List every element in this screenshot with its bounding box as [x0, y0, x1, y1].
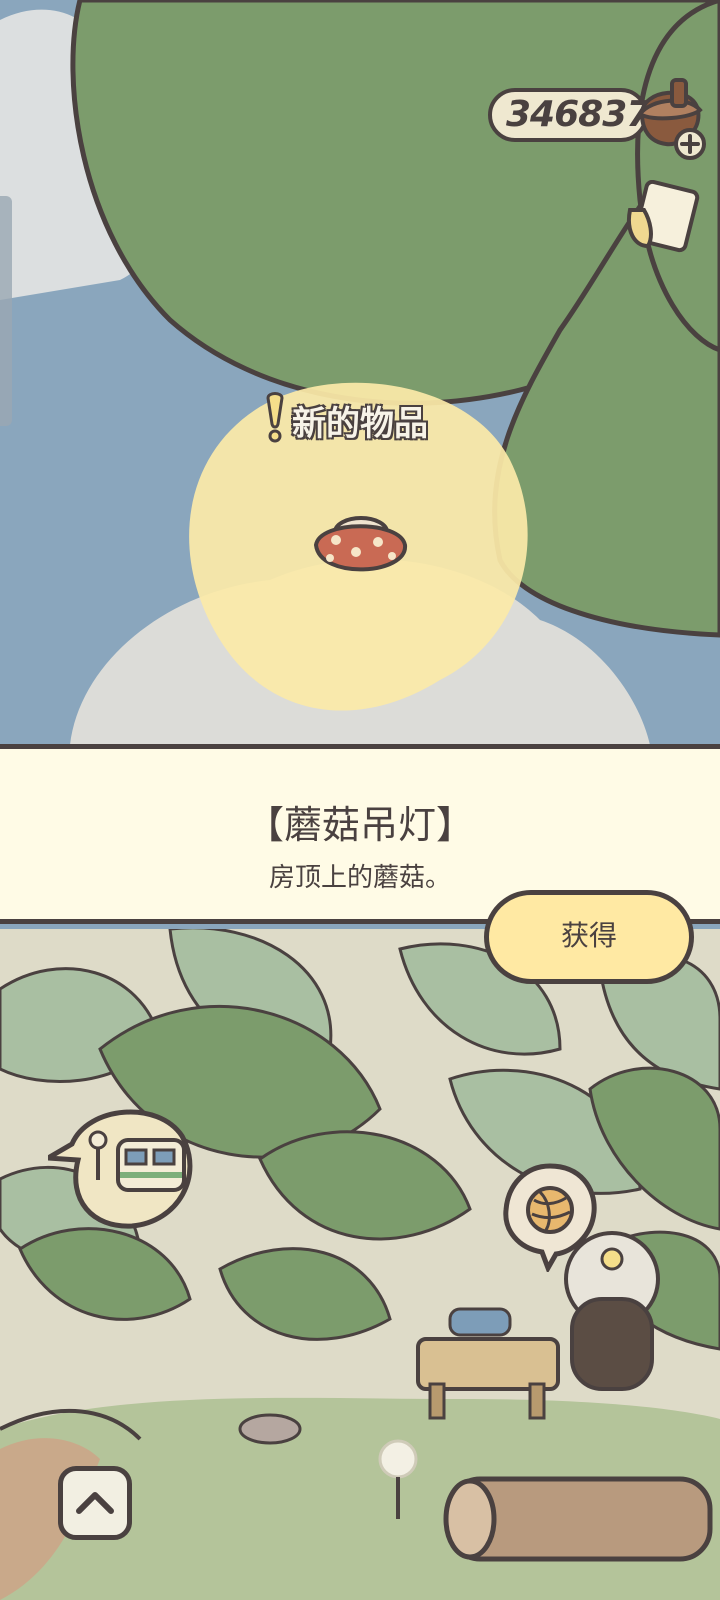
plus-icon[interactable]	[674, 128, 706, 160]
train-station-icon[interactable]	[48, 1100, 198, 1230]
side-scroll-handle[interactable]	[0, 196, 12, 426]
alert-icon	[266, 392, 284, 443]
chevron-up-icon	[76, 1492, 114, 1514]
collapse-up-button[interactable]	[58, 1466, 132, 1540]
acorn-icon[interactable]	[632, 74, 712, 164]
acorn-counter: 346837	[488, 88, 651, 142]
yarn-ball-icon[interactable]	[500, 1162, 600, 1272]
acorn-count: 346837	[506, 94, 651, 135]
get-button[interactable]: 获得	[484, 890, 694, 984]
new-item-label: 新的物品	[291, 403, 429, 445]
item-name: 【蘑菇吊灯】	[245, 803, 474, 847]
notes-icon[interactable]	[620, 180, 704, 260]
item-description: 房顶上的蘑菇。	[268, 863, 451, 893]
